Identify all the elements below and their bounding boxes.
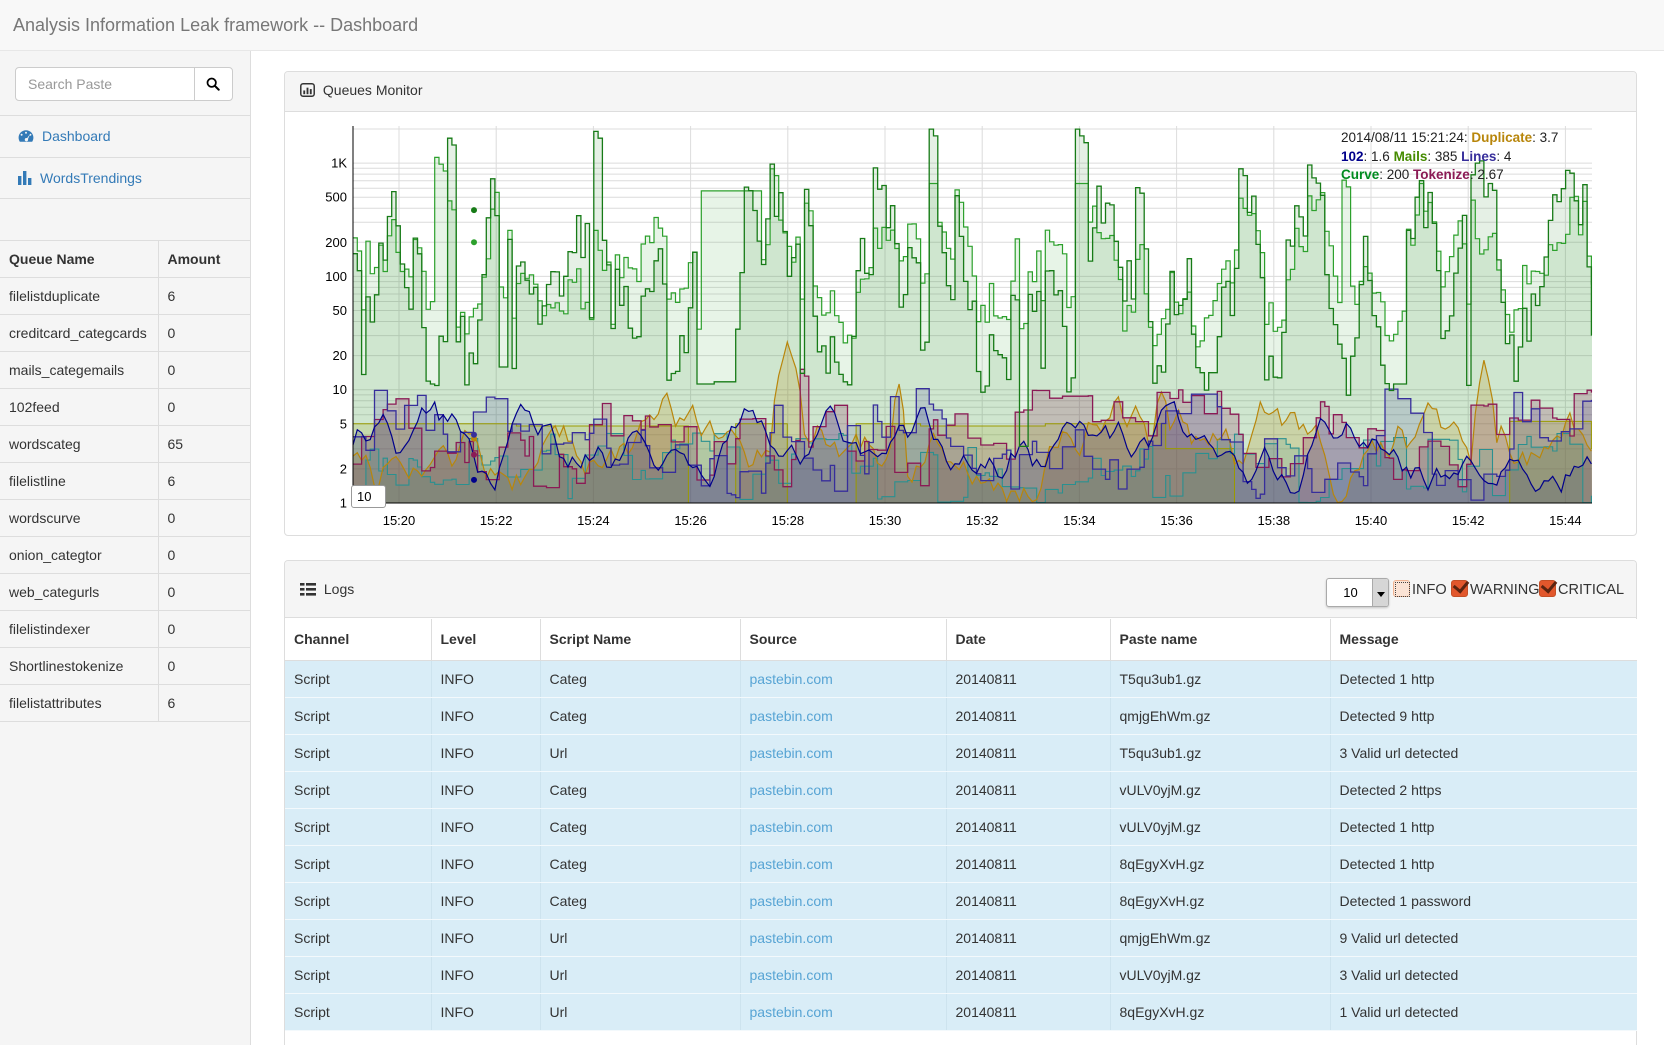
svg-text:15:34: 15:34	[1063, 513, 1096, 528]
svg-text:5: 5	[340, 416, 347, 431]
svg-text:20: 20	[333, 348, 347, 363]
svg-text:10: 10	[333, 382, 347, 397]
svg-text:15:28: 15:28	[772, 513, 805, 528]
svg-text:15:38: 15:38	[1258, 513, 1291, 528]
svg-text:15:24: 15:24	[577, 513, 610, 528]
svg-text:500: 500	[325, 190, 347, 205]
svg-text:15:26: 15:26	[674, 513, 707, 528]
svg-text:1K: 1K	[331, 156, 347, 171]
svg-text:15:30: 15:30	[869, 513, 902, 528]
svg-text:15:32: 15:32	[966, 513, 999, 528]
svg-text:15:36: 15:36	[1160, 513, 1193, 528]
svg-text:1: 1	[340, 496, 347, 511]
svg-text:100: 100	[325, 269, 347, 284]
svg-text:15:42: 15:42	[1452, 513, 1485, 528]
svg-text:2: 2	[340, 461, 347, 476]
svg-text:50: 50	[333, 303, 347, 318]
svg-text:15:40: 15:40	[1355, 513, 1388, 528]
svg-text:200: 200	[325, 235, 347, 250]
svg-text:15:20: 15:20	[383, 513, 416, 528]
svg-text:15:44: 15:44	[1549, 513, 1582, 528]
svg-text:15:22: 15:22	[480, 513, 513, 528]
